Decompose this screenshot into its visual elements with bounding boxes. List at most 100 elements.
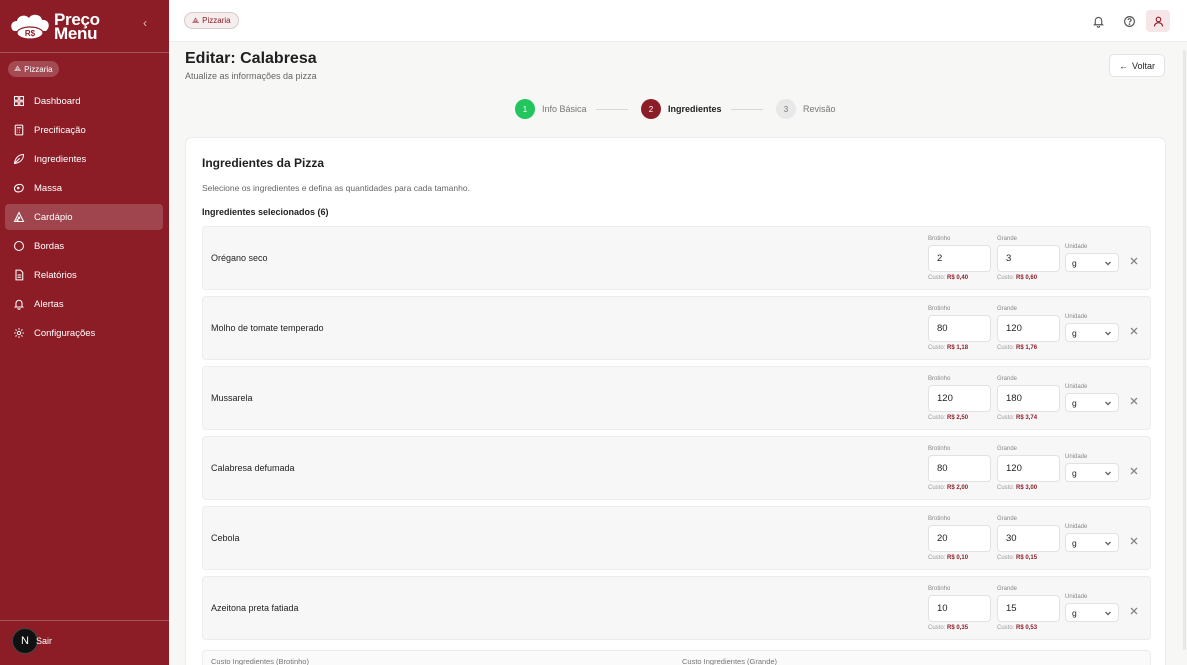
- collapse-sidebar-icon[interactable]: ‹: [143, 16, 147, 30]
- large-cost: Custo: R$ 0,53: [997, 625, 1060, 631]
- context-badge-label: Pizzaria: [202, 16, 231, 25]
- scrollbar[interactable]: [1183, 50, 1186, 650]
- remove-ingredient-button[interactable]: [1129, 253, 1139, 265]
- step-ingredientes[interactable]: 2 Ingredientes: [641, 99, 722, 119]
- sidebar-item-bordas[interactable]: Bordas: [5, 233, 163, 259]
- small-cost-value: R$ 2,00: [947, 485, 969, 491]
- remove-ingredient-button[interactable]: [1129, 533, 1139, 545]
- ingredient-name: Orégano seco: [211, 253, 268, 263]
- small-qty-label: Brotinho: [928, 236, 951, 242]
- unit-group: Unidade g: [1065, 314, 1119, 342]
- remove-ingredient-button[interactable]: [1129, 463, 1139, 475]
- unit-select[interactable]: g: [1065, 463, 1119, 482]
- unit-select[interactable]: g: [1065, 323, 1119, 342]
- chevron-down-icon: [1105, 401, 1111, 405]
- unit-group: Unidade g: [1065, 524, 1119, 552]
- ingredient-row: Mussarela Brotinho 120 Custo: R$ 2,50 Grande…: [202, 366, 1151, 430]
- brand-logo[interactable]: R$ Preço Menu: [8, 10, 108, 44]
- small-qty-input[interactable]: 10: [928, 595, 991, 622]
- unit-group: Unidade g: [1065, 454, 1119, 482]
- step-connector: [596, 109, 628, 110]
- back-button-label: Voltar: [1131, 60, 1155, 71]
- large-qty-input[interactable]: 3: [997, 245, 1060, 272]
- cost-prefix: Custo:: [928, 415, 946, 421]
- sidebar-item-ingredientes[interactable]: Ingredientes: [5, 146, 163, 172]
- small-qty-input[interactable]: 20: [928, 525, 991, 552]
- unit-select[interactable]: g: [1065, 603, 1119, 622]
- sidebar-item-massa[interactable]: Massa: [5, 175, 163, 201]
- pizza-slice-icon: ⟁: [192, 15, 200, 25]
- unit-select[interactable]: g: [1065, 253, 1119, 272]
- ingredient-name: Azeitona preta fatiada: [211, 603, 299, 613]
- large-qty-input[interactable]: 120: [997, 315, 1060, 342]
- close-icon: [1130, 537, 1138, 545]
- logout-label: Sair: [36, 636, 53, 646]
- dough-icon: [13, 183, 24, 193]
- unit-label: Unidade: [1065, 524, 1088, 530]
- small-qty-label: Brotinho: [928, 306, 951, 312]
- small-qty-label: Brotinho: [928, 446, 951, 452]
- remove-ingredient-button[interactable]: [1129, 323, 1139, 335]
- user-profile-icon[interactable]: [1146, 10, 1170, 32]
- large-cost: Custo: R$ 0,15: [997, 555, 1060, 561]
- sidebar-item-label: Cardápio: [34, 211, 73, 223]
- ingredient-row: Azeitona preta fatiada Brotinho 10 Custo: R…: [202, 576, 1151, 640]
- unit-group: Unidade g: [1065, 594, 1119, 622]
- step-number: 3: [776, 99, 796, 119]
- total-large-label: Custo Ingredientes (Grande): [682, 657, 778, 665]
- sidebar-item-alertas[interactable]: Alertas: [5, 291, 163, 317]
- sidebar-item-cardapio[interactable]: Cardápio: [5, 204, 163, 230]
- small-cost: Custo: R$ 2,50: [928, 415, 991, 421]
- ingredient-row: Orégano seco Brotinho 2 Custo: R$ 0,40 Grand…: [202, 226, 1151, 290]
- sidebar-item-label: Configurações: [34, 327, 96, 339]
- bell-icon: [13, 299, 25, 310]
- large-qty-input[interactable]: 180: [997, 385, 1060, 412]
- sidebar-item-relatorios[interactable]: Relatórios: [5, 262, 163, 288]
- large-qty-input[interactable]: 120: [997, 455, 1060, 482]
- notifications-bell-icon[interactable]: [1089, 12, 1107, 30]
- small-qty-input[interactable]: 80: [928, 455, 991, 482]
- chevron-down-icon: [1105, 331, 1111, 335]
- sidebar-item-configuracoes[interactable]: Configurações: [5, 320, 163, 346]
- cost-prefix: Custo:: [997, 625, 1015, 631]
- unit-label: Unidade: [1065, 454, 1088, 460]
- cost-prefix: Custo:: [928, 275, 946, 281]
- large-cost: Custo: R$ 3,00: [997, 485, 1060, 491]
- step-info-basica[interactable]: 1 Info Básica: [515, 99, 587, 119]
- small-qty-input[interactable]: 2: [928, 245, 991, 272]
- small-qty-input[interactable]: 120: [928, 385, 991, 412]
- sidebar-item-label: Bordas: [34, 240, 65, 252]
- large-cost-value: R$ 1,76: [1016, 345, 1038, 351]
- chevron-down-icon: [1105, 471, 1111, 475]
- cost-prefix: Custo:: [997, 555, 1015, 561]
- back-button[interactable]: ← Voltar: [1109, 54, 1165, 77]
- close-icon: [1130, 467, 1138, 475]
- small-qty-label: Brotinho: [928, 586, 951, 592]
- large-qty-group: Grande 30 Custo: R$ 0,15: [997, 516, 1060, 561]
- unit-select[interactable]: g: [1065, 393, 1119, 412]
- ingredient-row: Molho de tomate temperado Brotinho 80 Custo…: [202, 296, 1151, 360]
- close-icon: [1130, 327, 1138, 335]
- large-cost: Custo: R$ 0,60: [997, 275, 1060, 281]
- large-qty-group: Grande 180 Custo: R$ 3,74: [997, 376, 1060, 421]
- close-icon: [1130, 257, 1138, 265]
- calculator-icon: [14, 124, 24, 136]
- large-qty-input[interactable]: 15: [997, 595, 1060, 622]
- remove-ingredient-button[interactable]: [1129, 393, 1139, 405]
- unit-value: g: [1072, 607, 1077, 618]
- help-icon[interactable]: [1120, 12, 1138, 30]
- avatar[interactable]: N: [12, 628, 38, 654]
- context-badge[interactable]: ⟁ Pizzaria: [184, 12, 239, 29]
- small-cost-value: R$ 0,35: [947, 625, 969, 631]
- cost-prefix: Custo:: [928, 345, 946, 351]
- step-revisao[interactable]: 3 Revisão: [776, 99, 836, 119]
- unit-select[interactable]: g: [1065, 533, 1119, 552]
- small-qty-input[interactable]: 80: [928, 315, 991, 342]
- cost-prefix: Custo:: [997, 345, 1015, 351]
- remove-ingredient-button[interactable]: [1129, 603, 1139, 615]
- pizza-slice-icon: ⟁: [14, 64, 22, 73]
- large-qty-input[interactable]: 30: [997, 525, 1060, 552]
- logout-button[interactable]: N Sair: [12, 628, 52, 654]
- small-cost: Custo: R$ 0,40: [928, 275, 991, 281]
- large-qty-label: Grande: [997, 586, 1018, 592]
